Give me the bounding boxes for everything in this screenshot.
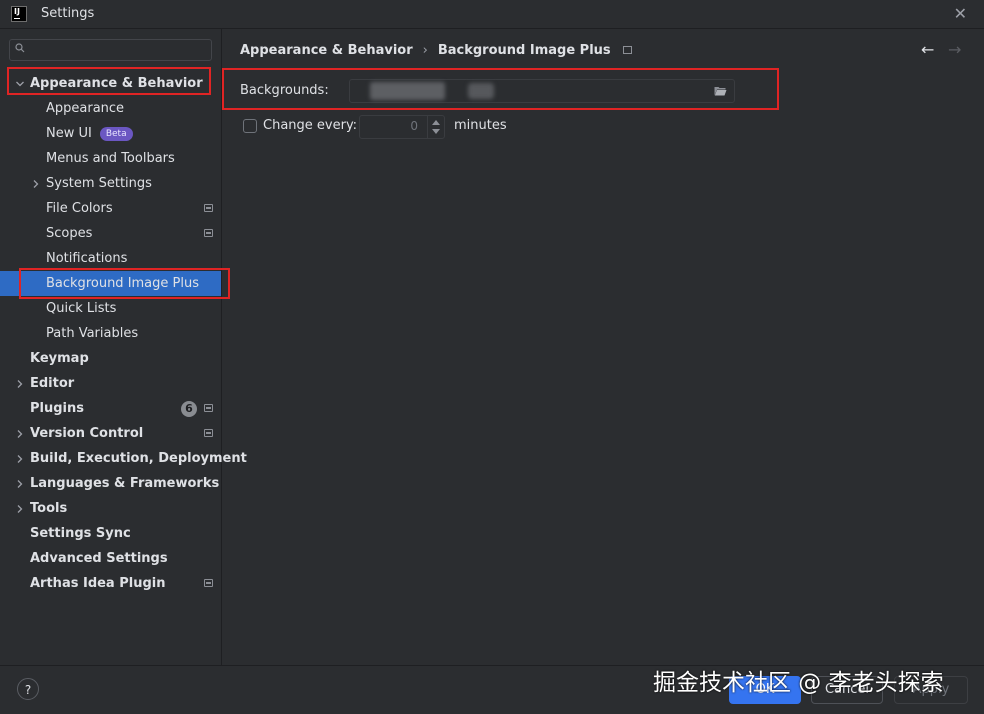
sidebar-item-appearance-behavior[interactable]: Appearance & Behavior: [0, 71, 221, 96]
ok-button[interactable]: OK: [729, 676, 801, 704]
sidebar-item-label: Settings Sync: [30, 526, 131, 541]
sidebar-item-label: Plugins: [30, 401, 84, 416]
sidebar-item-label: Menus and Toolbars: [46, 151, 175, 166]
update-count-badge: 6: [181, 401, 197, 417]
sidebar-item-label: Appearance & Behavior: [30, 76, 203, 91]
sidebar-item-label: Path Variables: [46, 326, 139, 341]
breadcrumb-separator: ›: [422, 43, 428, 58]
project-settings-icon: [204, 404, 213, 412]
increment-arrow-icon[interactable]: [432, 120, 440, 125]
sidebar-item-appearance[interactable]: Appearance: [0, 96, 221, 121]
sidebar-item-keymap[interactable]: Keymap: [0, 346, 221, 371]
sidebar-item-label-group: New UI Beta: [46, 121, 133, 146]
sidebar-item-tools[interactable]: Tools: [0, 496, 221, 521]
sidebar-item-file-colors[interactable]: File Colors: [0, 196, 221, 221]
chevron-right-icon[interactable]: [15, 379, 25, 389]
close-icon[interactable]: ✕: [954, 4, 967, 23]
project-settings-icon: [622, 46, 632, 54]
chevron-right-icon[interactable]: [15, 429, 25, 439]
sidebar-item-settings-sync[interactable]: Settings Sync: [0, 521, 221, 546]
chevron-right-icon[interactable]: [15, 479, 25, 489]
backgrounds-path-field[interactable]: [349, 79, 735, 103]
backgrounds-label: Backgrounds:: [240, 83, 329, 98]
sidebar-item-build-execution-deployment[interactable]: Build, Execution, Deployment: [0, 446, 247, 471]
window-title: Settings: [41, 6, 95, 21]
sidebar-item-label: Arthas Idea Plugin: [30, 576, 166, 591]
sidebar-item-label: File Colors: [46, 201, 113, 216]
sidebar-item-label: System Settings: [46, 176, 152, 191]
sidebar-item-label: Keymap: [30, 351, 89, 366]
breadcrumb: Appearance & Behavior › Background Image P…: [240, 43, 632, 58]
redacted-path: [370, 82, 445, 100]
search-input[interactable]: [9, 39, 212, 61]
sidebar-item-editor[interactable]: Editor: [0, 371, 221, 396]
change-every-checkbox[interactable]: [243, 119, 257, 133]
breadcrumb-current: Background Image Plus: [437, 43, 611, 58]
sidebar-item-label: Quick Lists: [46, 301, 117, 316]
sidebar-item-label: Languages & Frameworks: [30, 476, 220, 491]
interval-unit-label: minutes: [454, 118, 507, 133]
back-arrow-icon[interactable]: ←: [921, 40, 934, 59]
sidebar-item-advanced-settings[interactable]: Advanced Settings: [0, 546, 221, 571]
sidebar-item-menus-and-toolbars[interactable]: Menus and Toolbars: [0, 146, 221, 171]
dialog-footer: ? OK Cancel Apply: [0, 665, 984, 714]
sidebar-item-label: Tools: [30, 501, 68, 516]
spinner-buttons: [427, 116, 444, 138]
sidebar-item-label: Notifications: [46, 251, 128, 266]
sidebar-item-path-variables[interactable]: Path Variables: [0, 321, 221, 346]
project-settings-icon: [204, 204, 213, 212]
sidebar-item-quick-lists[interactable]: Quick Lists: [0, 296, 221, 321]
sidebar-item-label: Build, Execution, Deployment: [30, 451, 247, 466]
sidebar-item-plugins[interactable]: Plugins 6: [0, 396, 221, 421]
decrement-arrow-icon[interactable]: [432, 129, 440, 134]
sidebar-item-notifications[interactable]: Notifications: [0, 246, 221, 271]
sidebar-item-label: New UI: [46, 126, 92, 141]
search-icon: [15, 43, 25, 53]
change-every-label: Change every:: [263, 118, 358, 133]
apply-button[interactable]: Apply: [894, 676, 968, 704]
chevron-right-icon[interactable]: [31, 179, 41, 189]
sidebar-item-arthas-idea-plugin[interactable]: Arthas Idea Plugin: [0, 571, 221, 596]
folder-open-icon[interactable]: [714, 86, 727, 96]
sidebar-item-system-settings[interactable]: System Settings: [0, 171, 221, 196]
sidebar-item-label: Appearance: [46, 101, 125, 116]
help-button[interactable]: ?: [17, 678, 39, 700]
project-settings-icon: [204, 579, 213, 587]
chevron-right-icon[interactable]: [15, 504, 25, 514]
forward-arrow-icon[interactable]: →: [948, 40, 961, 59]
breadcrumb-parent[interactable]: Appearance & Behavior: [240, 43, 413, 58]
chevron-right-icon[interactable]: [15, 454, 25, 464]
chevron-down-icon[interactable]: [15, 79, 25, 89]
sidebar-item-scopes[interactable]: Scopes: [0, 221, 221, 246]
intellij-icon: IJ: [11, 6, 27, 22]
project-settings-icon: [204, 229, 213, 237]
redacted-path: [468, 83, 494, 99]
title-bar: IJ Settings ✕: [0, 0, 984, 29]
sidebar-item-background-image-plus[interactable]: Background Image Plus: [0, 271, 221, 296]
interval-spinner[interactable]: 0: [359, 115, 445, 139]
sidebar-item-label: Editor: [30, 376, 75, 391]
sidebar-item-label: Advanced Settings: [30, 551, 168, 566]
interval-value[interactable]: 0: [410, 119, 418, 133]
settings-content: Appearance & Behavior › Background Image P…: [222, 29, 984, 665]
sidebar-item-version-control[interactable]: Version Control: [0, 421, 221, 446]
settings-sidebar: Appearance & Behavior Appearance New UI Bet…: [0, 29, 247, 665]
sidebar-item-label: Version Control: [30, 426, 144, 441]
sidebar-item-new-ui[interactable]: New UI Beta: [0, 121, 221, 146]
sidebar-item-label: Scopes: [46, 226, 93, 241]
beta-badge: Beta: [99, 127, 133, 141]
cancel-button[interactable]: Cancel: [811, 676, 883, 704]
sidebar-item-label: Background Image Plus: [46, 276, 199, 291]
project-settings-icon: [204, 429, 213, 437]
sidebar-item-languages-frameworks[interactable]: Languages & Frameworks: [0, 471, 221, 496]
